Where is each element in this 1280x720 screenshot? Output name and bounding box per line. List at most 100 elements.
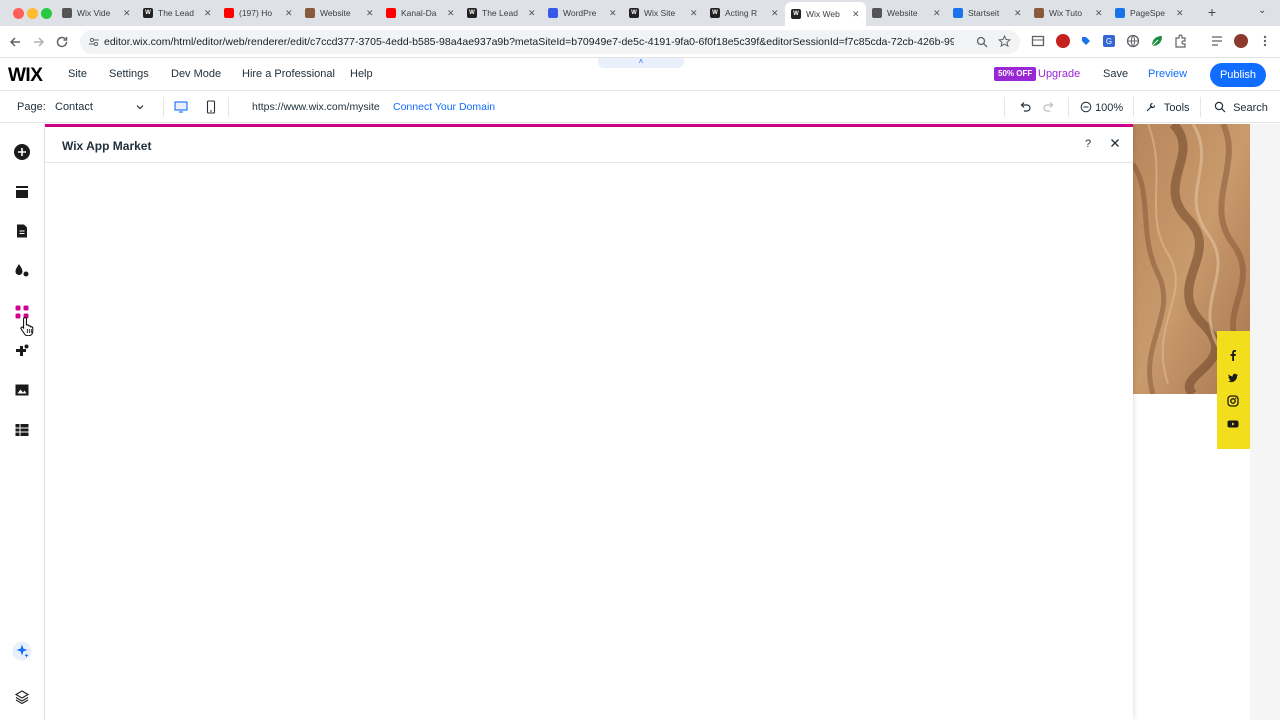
browser-tab[interactable]: Wix Vide ✕ — [56, 2, 137, 24]
close-tab-icon[interactable]: ✕ — [609, 8, 617, 19]
desktop-view-icon[interactable] — [173, 99, 189, 115]
extension-puzzle-blue-icon[interactable] — [1079, 34, 1093, 48]
browser-menu-kebab-icon[interactable] — [1258, 34, 1272, 48]
zoom-control[interactable]: 100% — [1080, 101, 1123, 114]
close-tab-icon[interactable]: ✕ — [771, 8, 779, 19]
add-elements-icon[interactable] — [12, 142, 32, 162]
browser-tab[interactable]: (197) Ho ✕ — [218, 2, 299, 24]
close-tab-icon[interactable]: ✕ — [690, 8, 698, 19]
bookmark-star-icon[interactable] — [998, 35, 1011, 48]
ai-assistant-icon[interactable] — [12, 641, 32, 661]
redo-icon[interactable] — [1042, 100, 1056, 114]
upgrade-button[interactable]: Upgrade — [1038, 68, 1080, 80]
minimize-window-button[interactable] — [27, 8, 38, 19]
discount-badge[interactable]: 50% OFF — [994, 67, 1037, 81]
wix-logo[interactable]: WIX — [8, 65, 43, 87]
close-tab-icon[interactable]: ✕ — [204, 8, 212, 19]
tools-button[interactable]: Tools — [1145, 101, 1190, 114]
extension-translate-icon[interactable]: G — [1102, 34, 1116, 48]
browser-tab-strip: Wix Vide ✕ W The Lead ✕ (197) Ho ✕ Website ✕ … — [0, 0, 1280, 26]
publish-button[interactable]: Publish — [1210, 63, 1266, 87]
twitter-icon[interactable] — [1227, 372, 1239, 384]
browser-tab[interactable]: WordPre ✕ — [542, 2, 623, 24]
preview-button[interactable]: Preview — [1148, 68, 1187, 80]
close-tab-icon[interactable]: ✕ — [366, 8, 374, 19]
browser-tab-active[interactable]: W Wix Web ✕ — [785, 2, 866, 26]
browser-tab[interactable]: Website ✕ — [866, 2, 947, 24]
browser-tab[interactable]: Website ✕ — [299, 2, 380, 24]
business-apps-icon[interactable] — [12, 341, 32, 361]
extensions-puzzle-icon[interactable] — [1174, 34, 1188, 48]
reload-icon[interactable] — [54, 34, 70, 50]
tab-title: Website — [320, 8, 351, 18]
menu-help[interactable]: Help — [350, 68, 373, 80]
browser-tab[interactable]: W The Lead ✕ — [137, 2, 218, 24]
image-favicon-icon — [1034, 8, 1044, 18]
divider — [1004, 97, 1005, 117]
extension-leaf-icon[interactable] — [1150, 34, 1164, 48]
menu-site[interactable]: Site — [68, 68, 87, 80]
search-button[interactable]: Search — [1214, 101, 1268, 114]
media-icon[interactable] — [12, 380, 32, 400]
reading-list-icon[interactable] — [1210, 34, 1224, 48]
close-tab-icon[interactable]: ✕ — [1095, 8, 1103, 19]
search-label: Search — [1233, 102, 1268, 114]
connect-domain-link[interactable]: Connect Your Domain — [393, 101, 495, 113]
wrench-icon — [1146, 102, 1156, 112]
extension-globe-icon[interactable] — [1126, 34, 1140, 48]
browser-tab[interactable]: Wix Tuto ✕ — [1028, 2, 1109, 24]
wix-favicon-icon: W — [629, 8, 639, 18]
divider — [1133, 97, 1134, 117]
site-info-icon[interactable] — [88, 36, 100, 48]
close-tab-icon[interactable]: ✕ — [528, 8, 536, 19]
close-tab-icon[interactable]: ✕ — [1014, 8, 1022, 19]
browser-tab[interactable]: W The Lead ✕ — [461, 2, 542, 24]
tab-search-chevron-icon[interactable]: ⌄ — [1258, 5, 1270, 19]
close-window-button[interactable] — [13, 8, 24, 19]
instagram-icon[interactable] — [1227, 395, 1239, 407]
mobile-view-icon[interactable] — [203, 99, 219, 115]
youtube-icon[interactable] — [1227, 418, 1239, 430]
menu-dev-mode[interactable]: Dev Mode — [171, 68, 221, 80]
close-tab-icon[interactable]: ✕ — [1176, 8, 1184, 19]
cast-icon[interactable] — [1031, 34, 1045, 48]
wix-favicon-icon: W — [467, 8, 477, 18]
zoom-magnifier-icon[interactable] — [976, 36, 988, 48]
collapse-toolbar-chevron-icon[interactable]: ˄ — [598, 58, 684, 68]
browser-tab[interactable]: W Acting R ✕ — [704, 2, 785, 24]
page-selector-dropdown[interactable]: Contact — [55, 97, 165, 117]
close-tab-icon[interactable]: ✕ — [285, 8, 293, 19]
save-button[interactable]: Save — [1103, 68, 1128, 80]
menu-hire-a-professional[interactable]: Hire a Professional — [242, 68, 335, 80]
help-button[interactable]: ? — [1085, 138, 1091, 150]
undo-icon[interactable] — [1018, 100, 1032, 114]
tab-title: The Lead — [482, 8, 518, 18]
pages-menus-icon[interactable] — [12, 221, 32, 241]
close-tab-icon[interactable]: ✕ — [933, 8, 941, 19]
close-tab-icon[interactable]: ✕ — [123, 8, 131, 19]
maximize-window-button[interactable] — [41, 8, 52, 19]
facebook-icon[interactable] — [1227, 349, 1239, 361]
wix-favicon-icon: W — [791, 9, 801, 19]
add-section-icon[interactable] — [12, 182, 32, 202]
browser-tab[interactable]: W Wix Site ✕ — [623, 2, 704, 24]
cms-icon[interactable] — [12, 420, 32, 440]
close-tab-icon[interactable]: ✕ — [852, 9, 860, 20]
close-icon[interactable] — [1108, 136, 1122, 150]
back-arrow-icon[interactable] — [7, 34, 23, 50]
address-bar[interactable]: editor.wix.com/html/editor/web/renderer/… — [80, 30, 1020, 54]
profile-avatar[interactable] — [1234, 34, 1248, 48]
site-design-icon[interactable] — [12, 260, 32, 280]
extension-record-icon[interactable] — [1056, 34, 1070, 48]
forward-arrow-icon[interactable] — [31, 34, 47, 50]
new-tab-button[interactable]: + — [1205, 4, 1219, 20]
browser-tab[interactable]: Startseit ✕ — [947, 2, 1028, 24]
browser-tab[interactable]: Kanal-Da ✕ — [380, 2, 461, 24]
close-tab-icon[interactable]: ✕ — [447, 8, 455, 19]
browser-tab[interactable]: PageSpe ✕ — [1109, 2, 1190, 24]
menu-settings[interactable]: Settings — [109, 68, 149, 80]
hand-pointer-cursor-icon — [19, 316, 37, 336]
wix-favicon-icon: W — [143, 8, 153, 18]
tab-title: (197) Ho — [239, 8, 273, 18]
layers-icon[interactable] — [12, 687, 32, 707]
